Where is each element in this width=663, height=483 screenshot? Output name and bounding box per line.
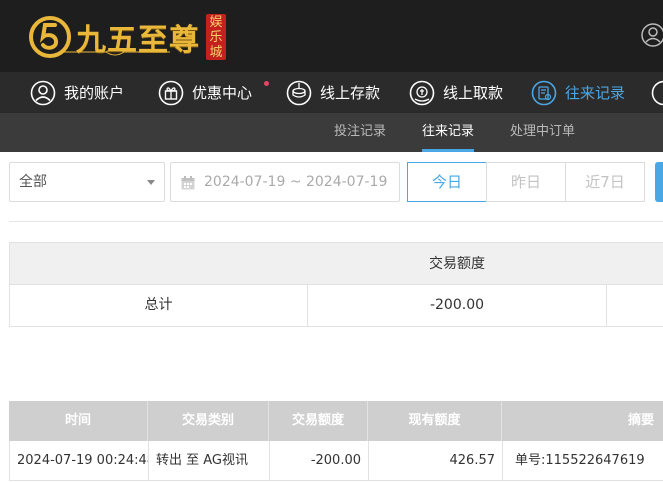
gift-icon	[158, 80, 184, 105]
summary-header: 交易额度	[9, 242, 663, 285]
nav-online-withdraw[interactable]: 线上取款	[409, 72, 503, 113]
summary-amount-header: 交易额度	[429, 256, 485, 272]
sub-nav: 投注记录 往来记录 处理中订单	[0, 113, 663, 152]
caret-down-icon	[147, 180, 155, 185]
cell-amount: -200.00	[270, 441, 369, 481]
subtab-transaction-records[interactable]: 往来记录	[422, 113, 475, 152]
records-table: 时间 交易类别 交易额度 现有额度 摘要 2024-07-19 00:24:48…	[9, 401, 663, 481]
today-button[interactable]: 今日	[407, 162, 487, 202]
brand-badge: 娱乐城	[206, 14, 226, 60]
nav-label: 往来记录	[565, 84, 626, 102]
nav-my-account[interactable]: 我的账户	[30, 72, 124, 113]
type-select[interactable]: 全部	[9, 162, 165, 202]
col-memo-header: 摘要	[627, 413, 654, 428]
nav-label: 线上取款	[443, 84, 504, 102]
date-range-value: 2024-07-19 ~ 2024-07-19	[204, 174, 388, 190]
cell-time: 2024-07-19 00:24:48	[10, 441, 149, 481]
col-type-header: 交易类别	[148, 401, 269, 441]
notification-dot	[264, 81, 269, 86]
logo-ornament-icon	[60, 48, 170, 56]
calendar-icon	[181, 176, 195, 190]
subtab-bet-records[interactable]: 投注记录	[334, 113, 386, 152]
col-amount-header: 交易额度	[269, 401, 368, 441]
col-balance-header: 现有额度	[368, 401, 502, 441]
main-nav: 我的账户 优惠中心 线上存款 线上取款 往来记录	[0, 72, 663, 113]
nav-label: 我的账户	[64, 84, 125, 102]
cell-type: 转出 至 AG视讯	[149, 441, 270, 481]
nav-more[interactable]	[651, 72, 663, 113]
nav-label: 线上存款	[320, 84, 381, 102]
subtab-pending-orders[interactable]: 处理中订单	[510, 113, 575, 152]
coin-deposit-icon	[286, 80, 312, 105]
cell-balance: 426.57	[369, 441, 503, 481]
summary-total-value: -200.00	[308, 285, 607, 326]
search-button[interactable]	[655, 162, 663, 202]
nav-transaction-records[interactable]: 往来记录	[531, 72, 625, 113]
user-circle-icon	[30, 80, 56, 105]
coin-withdraw-icon	[409, 80, 435, 105]
cell-memo: 单号:115522647619	[515, 453, 645, 468]
brand-logo[interactable]: 九五至尊 娱乐城	[28, 9, 226, 65]
nav-label: 优惠中心	[192, 84, 253, 102]
divider	[9, 221, 663, 222]
nav-promotions[interactable]: 优惠中心	[158, 72, 269, 113]
type-select-value: 全部	[19, 174, 47, 190]
yesterday-button[interactable]: 昨日	[486, 162, 566, 202]
site-header: 九五至尊 娱乐城	[0, 0, 663, 72]
record-icon	[531, 80, 557, 105]
records-header: 时间 交易类别 交易额度 现有额度 摘要	[9, 401, 663, 441]
col-time-header: 时间	[9, 401, 148, 441]
nav-online-deposit[interactable]: 线上存款	[286, 72, 380, 113]
date-range-input[interactable]: 2024-07-19 ~ 2024-07-19	[170, 162, 400, 202]
summary-row: 总计 -200.00	[9, 285, 663, 327]
more-nav-icon	[651, 80, 663, 105]
summary-total-label: 总计	[10, 285, 308, 326]
table-row: 2024-07-19 00:24:48 转出 至 AG视讯 -200.00 42…	[9, 441, 663, 481]
last-7-days-button[interactable]: 近7日	[565, 162, 645, 202]
page: 九五至尊 娱乐城 我的账户 优惠中心 线上存款 线上取款 往来记录 投注记录 往…	[0, 0, 663, 483]
account-icon[interactable]	[640, 22, 663, 48]
